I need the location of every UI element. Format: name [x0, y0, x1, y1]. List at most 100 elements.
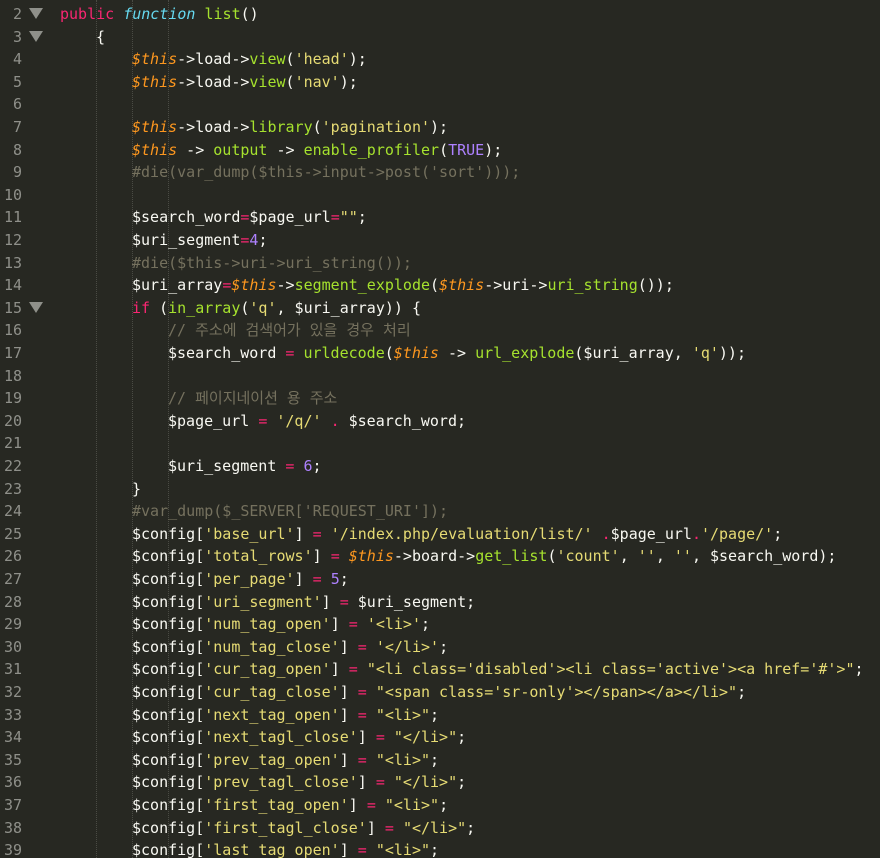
code-token: ->	[438, 344, 476, 362]
code-line[interactable]: 12 $uri_segment=4;	[0, 229, 880, 251]
code-token: 'uri_segment'	[204, 592, 322, 611]
code-line[interactable]: 36 $config['prev_tagl_close'] = "</li>";	[0, 771, 880, 793]
code-line[interactable]: 17 $search_word = urldecode($this -> url_…	[0, 342, 880, 364]
code-token: ""	[339, 208, 358, 227]
line-number: 10	[3, 185, 22, 204]
code-token: "</li>"	[393, 773, 458, 792]
code-line[interactable]: 14 $uri_array=$this->segment_explode($thi…	[0, 274, 880, 296]
code-token: $config[	[132, 841, 205, 858]
code-token: '</li>'	[375, 637, 440, 656]
code-line[interactable]: 21	[0, 432, 880, 454]
code-line[interactable]: 31 $config['cur_tag_open'] = "<li class='…	[0, 658, 880, 680]
code-line[interactable]: 29 $config['num_tag_open'] = '<li>';	[0, 613, 880, 635]
code-line[interactable]: 30 $config['num_tag_close'] = '</li>';	[0, 636, 880, 658]
code-line[interactable]: 24 #var_dump($_SERVER['REQUEST_URI']);	[0, 500, 880, 522]
code-token: ;	[258, 231, 268, 249]
code-line[interactable]: 4 $this->load->view('head');	[0, 48, 880, 70]
code-line[interactable]: 23}	[0, 478, 880, 500]
code-token: ;	[339, 570, 349, 588]
code-token: ]	[339, 705, 358, 724]
code-line[interactable]: 25 $config['base_url'] = '/index.php/eval…	[0, 523, 880, 545]
code-line[interactable]: 22 $uri_segment = 6;	[0, 455, 880, 477]
code-line[interactable]: 6	[0, 93, 880, 115]
code-token: "</li>"	[402, 818, 467, 837]
code-text: $page_url = '/q/' . $search_word;	[168, 410, 466, 432]
code-token: 6	[303, 457, 313, 475]
code-token: $search_word;	[339, 411, 467, 430]
code-line[interactable]: 16 // 주소에 검색어가 있을 경우 처리	[0, 319, 880, 341]
line-number: 23	[3, 479, 22, 498]
line-number: 18	[3, 366, 22, 385]
triangle-down-icon[interactable]	[29, 301, 43, 313]
code-line[interactable]: 11 $search_word=$page_url="";	[0, 206, 880, 228]
code-line[interactable]: 39 $config['last_tag_open'] = "<li>";	[0, 839, 880, 858]
code-token: $config[	[132, 524, 205, 543]
code-token: =	[222, 276, 232, 295]
code-text: $config['prev_tag_open'] = "<li>";	[132, 749, 439, 771]
code-token: ;	[312, 457, 322, 475]
code-text: $uri_segment = 6;	[168, 455, 322, 477]
code-line[interactable]: 15 if (in_array('q', $uri_array)) {	[0, 297, 880, 319]
code-token: 'count'	[556, 547, 620, 566]
code-line[interactable]: 13 #die($this->uri->uri_string());	[0, 252, 880, 274]
triangle-down-icon[interactable]	[29, 30, 43, 42]
code-token: 'prev_tag_open'	[204, 750, 340, 769]
code-token: ->board->	[393, 547, 476, 566]
code-line[interactable]: 32 $config['cur_tag_close'] = "<span clas…	[0, 681, 880, 703]
code-token: ]	[330, 615, 349, 634]
code-line[interactable]: 35 $config['prev_tag_open'] = "<li>";	[0, 749, 880, 771]
code-text: $config['prev_tagl_close'] = "</li>";	[132, 771, 466, 793]
code-token: ->load->	[177, 72, 250, 91]
code-line[interactable]: 3{	[0, 26, 880, 48]
code-line[interactable]: 27 $config['per_page'] = 5;	[0, 568, 880, 590]
code-line[interactable]: 34 $config['next_tagl_close'] = "</li>";	[0, 726, 880, 748]
code-text: $this->load->view('head');	[132, 48, 367, 70]
code-token: $config[	[132, 728, 205, 747]
code-editor[interactable]: 2 public function list() 3{4 $this->load->v…	[0, 0, 880, 858]
code-line[interactable]: 7 $this->load->library('pagination');	[0, 116, 880, 138]
code-text: $config['uri_segment'] = $uri_segment;	[132, 591, 475, 613]
code-line[interactable]: 20 $page_url = '/q/' . $search_word;	[0, 410, 880, 432]
code-token: 'last_tag_open'	[204, 841, 340, 858]
line-number: 15	[3, 298, 22, 317]
code-line[interactable]: 5 $this->load->view('nav');	[0, 71, 880, 93]
code-line[interactable]: 28 $config['uri_segment'] = $uri_segment;	[0, 591, 880, 613]
code-token: "<li>"	[375, 750, 431, 769]
code-token: ,	[619, 547, 638, 566]
code-text: $config['first_tagl_close'] = "</li>";	[132, 817, 475, 839]
code-token: (	[384, 344, 394, 362]
line-number: 8	[12, 140, 22, 159]
code-text: $this->load->library('pagination');	[132, 116, 448, 138]
code-line[interactable]: 26 $config['total_rows'] = $this->board->…	[0, 545, 880, 567]
code-token: ;	[457, 728, 467, 747]
code-text: // 페이지네이션 용 주소	[168, 387, 337, 409]
code-token: enable_profiler	[303, 140, 440, 159]
code-token: $this	[348, 547, 394, 566]
code-token: // 페이지네이션 용 주소	[168, 389, 338, 408]
code-line[interactable]: 18	[0, 365, 880, 387]
code-token: (	[285, 72, 295, 91]
code-line[interactable]: 33 $config['next_tag_open'] = "<li>";	[0, 704, 880, 726]
triangle-down-icon[interactable]	[29, 8, 43, 19]
code-token: ->	[177, 140, 214, 159]
line-number: 37	[3, 796, 22, 814]
code-line[interactable]: 38 $config['first_tagl_close'] = "</li>";	[0, 817, 880, 839]
code-token: $this	[132, 118, 178, 136]
line-number: 3	[12, 27, 22, 46]
code-line[interactable]: 8 $this -> output -> enable_profiler(TRUE…	[0, 139, 880, 161]
code-token: $config[	[132, 547, 205, 566]
code-line[interactable]: 10	[0, 184, 880, 206]
code-token: =	[330, 208, 340, 227]
code-line[interactable]: 2 public function list()	[0, 3, 880, 25]
code-token: =	[348, 660, 358, 679]
code-token: TRUE	[448, 140, 485, 159]
code-line[interactable]: 37 $config['first_tag_open'] = "<li>";	[0, 794, 880, 816]
code-line[interactable]: 19 // 페이지네이션 용 주소	[0, 387, 880, 409]
code-line[interactable]: 9 #die(var_dump($this->input->post('sort'…	[0, 161, 880, 183]
code-token: ]	[357, 728, 376, 747]
